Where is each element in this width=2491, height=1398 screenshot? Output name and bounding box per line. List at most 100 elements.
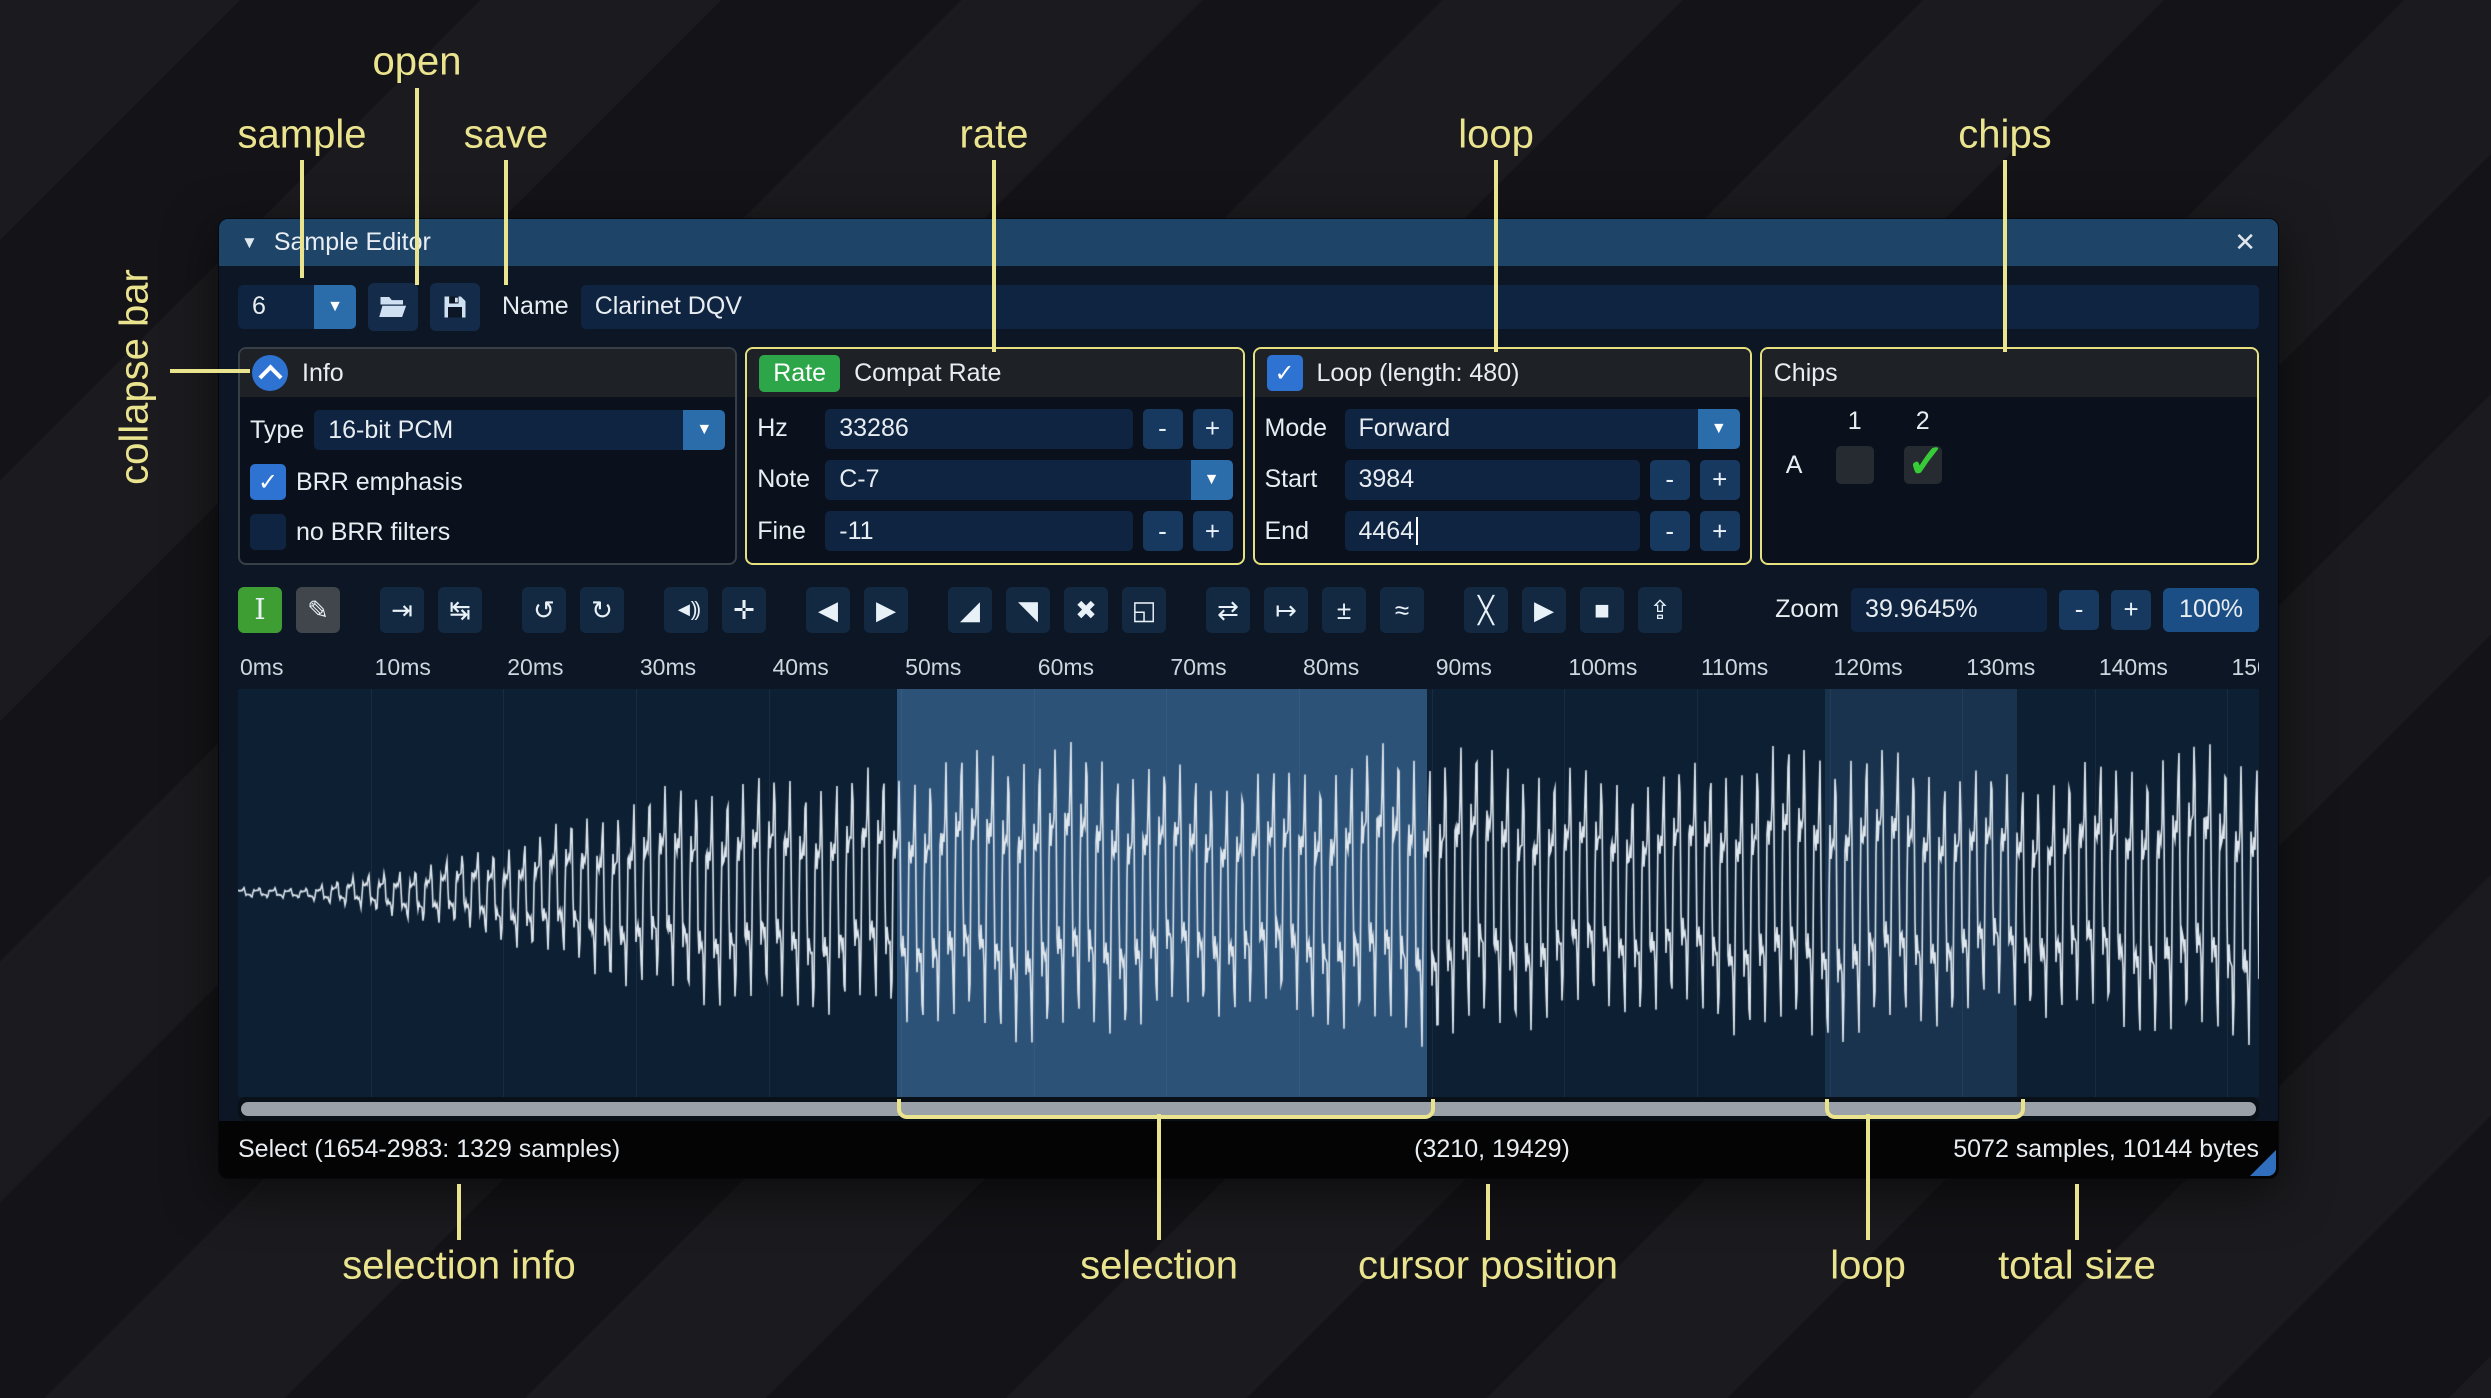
- chip-row-a-label: A: [1785, 450, 1803, 479]
- amplify-button[interactable]: ◄)): [664, 586, 708, 633]
- brr-emphasis-checkbox[interactable]: ✓: [250, 464, 286, 500]
- no-brr-filters-checkbox[interactable]: [250, 514, 286, 550]
- rate-title: Compat Rate: [854, 358, 1002, 387]
- name-input[interactable]: Clarinet DQV: [580, 284, 2259, 329]
- ruler-tick-label: 30ms: [639, 654, 697, 680]
- zoom-in-button[interactable]: +: [2111, 589, 2152, 630]
- window-collapse-icon[interactable]: ▼: [241, 233, 258, 253]
- end-minus-button[interactable]: -: [1649, 511, 1690, 552]
- hz-minus-button[interactable]: -: [1142, 408, 1183, 449]
- crossfade-button[interactable]: ╳: [1464, 586, 1508, 633]
- draw-tool-button[interactable]: ✎: [296, 586, 340, 633]
- chips-title: Chips: [1773, 358, 1838, 387]
- ruler-tick-label: 110ms: [1700, 654, 1769, 680]
- start-minus-button[interactable]: -: [1649, 459, 1690, 500]
- start-plus-button[interactable]: +: [1699, 459, 1740, 500]
- panels-row: Info Type 16-bit PCM ▼ ✓ BRR emphasis no…: [238, 347, 2259, 565]
- collapse-chevron-icon[interactable]: [252, 355, 288, 391]
- backward-button[interactable]: ◀: [806, 586, 850, 633]
- annotation-save: save: [463, 112, 549, 157]
- select-tool-button[interactable]: I: [238, 586, 282, 633]
- chip-a2-checkbox[interactable]: ✓: [1903, 435, 1945, 487]
- ruler-tick-label: 140ms: [2098, 654, 2168, 680]
- type-dropdown[interactable]: 16-bit PCM ▼: [314, 410, 726, 450]
- annotation-line: [1486, 1184, 1490, 1240]
- end-plus-button[interactable]: +: [1699, 511, 1740, 552]
- hz-plus-button[interactable]: +: [1192, 408, 1233, 449]
- resize-button[interactable]: ⇥: [380, 586, 424, 633]
- redo-button[interactable]: ↻: [580, 586, 624, 633]
- fade-out-button[interactable]: ◥: [1006, 586, 1050, 633]
- loop-start-value: 3984: [1358, 465, 1415, 494]
- loop-header[interactable]: ✓ Loop (length: 480): [1254, 349, 1750, 397]
- fine-minus-button[interactable]: -: [1142, 511, 1183, 552]
- chips-header[interactable]: Chips: [1761, 349, 2257, 397]
- filter-button[interactable]: ≈: [1380, 586, 1424, 633]
- check-icon: ✓: [257, 468, 279, 496]
- waveform-canvas: [238, 689, 2259, 1097]
- stop-button[interactable]: ■: [1580, 586, 1624, 633]
- annotation-rate: rate: [959, 112, 1029, 157]
- ruler[interactable]: 0ms 10ms 20ms 30ms 40ms 50ms 60ms 70ms 80ms 90ms 1…: [238, 635, 2259, 689]
- insert-silence-button[interactable]: ↦: [1264, 586, 1308, 633]
- loop-start-input[interactable]: 3984: [1344, 459, 1640, 500]
- insert-silence-icon: ↦: [1275, 594, 1297, 625]
- reverse-button[interactable]: ⇄: [1206, 586, 1250, 633]
- waveform-area[interactable]: [238, 689, 2259, 1097]
- sample-selector[interactable]: 6 ▼: [238, 284, 356, 329]
- chip-row-a: A ✓: [1772, 435, 2247, 487]
- loop-panel: ✓ Loop (length: 480) Mode Forward ▼ Star…: [1252, 347, 1752, 565]
- mode-label: Mode: [1264, 414, 1328, 443]
- open-button[interactable]: [368, 282, 418, 331]
- chevron-down-icon[interactable]: ▼: [1190, 459, 1233, 500]
- save-icon: [444, 296, 466, 317]
- resize-icon: ⇥: [391, 594, 413, 625]
- close-icon[interactable]: ✕: [2234, 227, 2256, 258]
- zoom-reset-button[interactable]: 100%: [2163, 587, 2259, 632]
- note-dropdown[interactable]: C-7 ▼: [825, 459, 1233, 500]
- loop-checkbox[interactable]: ✓: [1266, 355, 1303, 391]
- stop-icon: ■: [1594, 594, 1610, 625]
- chevron-down-icon[interactable]: ▼: [1697, 408, 1740, 449]
- normalize-button[interactable]: ✛: [722, 586, 766, 633]
- undo-button[interactable]: ↺: [522, 586, 566, 633]
- chip-a1-checkbox[interactable]: [1835, 446, 1874, 484]
- trim-button[interactable]: ◱: [1122, 586, 1166, 633]
- titlebar[interactable]: ▼ Sample Editor ✕: [219, 219, 2278, 266]
- type-value: 16-bit PCM: [314, 410, 684, 450]
- fine-input[interactable]: -11: [825, 511, 1133, 552]
- chevron-down-icon[interactable]: ▼: [314, 284, 356, 329]
- info-header[interactable]: Info: [240, 349, 736, 397]
- delete-button[interactable]: ✖: [1064, 586, 1108, 633]
- annotation-cursor-position: cursor position: [1357, 1243, 1619, 1288]
- selection-info-text: Select (1654-2983: 1329 samples): [238, 1135, 621, 1163]
- forward-icon: ▶: [876, 594, 896, 625]
- rate-badge[interactable]: Rate: [759, 354, 841, 392]
- sample-editor-window: ▼ Sample Editor ✕ 6 ▼ Name Clarinet DQV …: [218, 218, 2279, 1179]
- fade-in-button[interactable]: ◢: [948, 586, 992, 633]
- mode-dropdown[interactable]: Forward ▼: [1344, 408, 1740, 449]
- upload-button[interactable]: ⇪: [1638, 586, 1682, 633]
- ruler-tick-label: 40ms: [772, 654, 829, 680]
- scrollbar-thumb[interactable]: [241, 1102, 2256, 1116]
- loop-end-input[interactable]: 4464: [1344, 511, 1640, 552]
- save-button[interactable]: [430, 282, 480, 331]
- redo-icon: ↻: [591, 594, 613, 625]
- annotation-sample: sample: [237, 112, 367, 157]
- forward-button[interactable]: ▶: [864, 586, 908, 633]
- zoom-out-button[interactable]: -: [2059, 589, 2100, 630]
- chevron-down-icon[interactable]: ▼: [683, 410, 726, 450]
- fade-out-icon: ◥: [1018, 594, 1038, 625]
- horizontal-scrollbar[interactable]: [238, 1097, 2259, 1121]
- normalize-icon: ✛: [733, 594, 755, 625]
- rate-header[interactable]: Rate Compat Rate: [747, 349, 1243, 397]
- fine-plus-button[interactable]: +: [1192, 511, 1233, 552]
- sign-exchange-button[interactable]: ±: [1322, 586, 1366, 633]
- play-icon: ▶: [1534, 594, 1554, 625]
- annotation-loop-top: loop: [1458, 112, 1534, 157]
- zoom-input[interactable]: 39.9645%: [1851, 587, 2048, 632]
- resample-button[interactable]: ↹: [438, 586, 482, 633]
- hz-input[interactable]: 33286: [825, 408, 1133, 449]
- resize-grip[interactable]: [2250, 1150, 2276, 1176]
- play-button[interactable]: ▶: [1522, 586, 1566, 633]
